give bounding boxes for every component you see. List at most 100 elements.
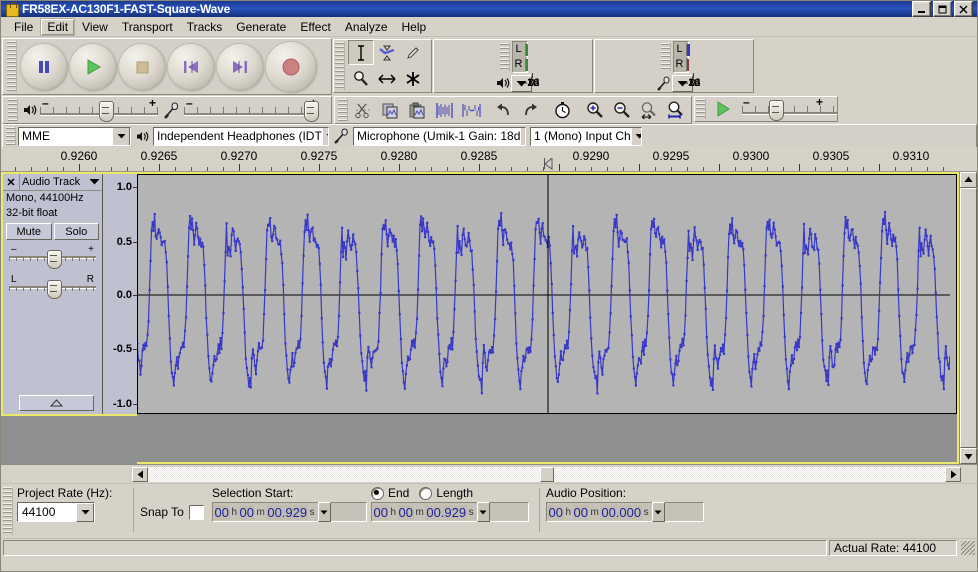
scroll-right-button[interactable]: [945, 466, 961, 482]
waveform-canvas[interactable]: [137, 174, 957, 414]
menu-edit[interactable]: Edit: [40, 17, 76, 36]
playback-meter-toolbar[interactable]: L R -36 -24 -12 0: [594, 39, 754, 93]
length-radio[interactable]: [419, 486, 433, 500]
pause-button[interactable]: [20, 43, 67, 90]
trim-audio-button[interactable]: [431, 98, 458, 123]
pan-thumb[interactable]: [46, 280, 62, 299]
fit-selection-button[interactable]: [635, 98, 662, 123]
paste-button[interactable]: [404, 98, 431, 123]
playback-device-select[interactable]: Independent Headphones (IDT: [153, 126, 329, 146]
sel-start-chevron-down-icon[interactable]: [317, 502, 331, 522]
input-volume-thumb[interactable]: [304, 101, 319, 122]
output-volume-thumb[interactable]: [99, 101, 114, 122]
playback-device-chevron-down-icon[interactable]: [321, 127, 328, 145]
zoom-in-button[interactable]: [581, 98, 608, 123]
silence-audio-button[interactable]: [458, 98, 485, 123]
speed-thumb[interactable]: [768, 100, 784, 121]
zoom-tool[interactable]: [348, 66, 374, 91]
menu-tracks[interactable]: Tracks: [180, 18, 230, 36]
menu-file[interactable]: File: [7, 18, 40, 36]
timeshift-tool[interactable]: [374, 66, 400, 91]
menu-generate[interactable]: Generate: [229, 18, 293, 36]
recording-meter-toolbar[interactable]: L R -36 -24 -12 0: [433, 39, 593, 93]
track-menu-chevron-down-icon[interactable]: [89, 176, 100, 188]
transport-grip[interactable]: [7, 41, 17, 92]
skip-to-end-button[interactable]: [216, 43, 263, 90]
tools-grip[interactable]: [335, 42, 345, 90]
recording-channels-select[interactable]: 1 (Mono) Input Ch: [530, 126, 642, 146]
multi-tool[interactable]: [400, 66, 426, 91]
output-volume-slider[interactable]: – +: [40, 96, 158, 122]
audio-host-select[interactable]: MME: [18, 126, 131, 146]
stop-button[interactable]: [118, 43, 165, 90]
track-pan-slider[interactable]: L R: [9, 274, 96, 299]
menu-analyze[interactable]: Analyze: [338, 18, 395, 36]
record-button[interactable]: [265, 41, 316, 92]
project-rate-select[interactable]: 44100: [17, 502, 95, 522]
selection-start-field[interactable]: 00 h 00 m 00.929 s: [212, 502, 367, 522]
envelope-tool[interactable]: [374, 40, 400, 65]
selection-tool[interactable]: [348, 40, 374, 65]
track-control-panel[interactable]: ✕ Audio Track Mono, 44100Hz 32-bit float…: [3, 174, 103, 414]
input-volume-slider[interactable]: – +: [184, 96, 319, 122]
menu-transport[interactable]: Transport: [115, 18, 180, 36]
recording-device-select[interactable]: Microphone (Umik-1 Gain: 18d: [353, 126, 526, 146]
playback-speed-slider[interactable]: – +: [742, 95, 837, 121]
gain-thumb[interactable]: [46, 250, 62, 269]
draw-pencil-tool[interactable]: [400, 40, 426, 65]
track-collapse-button[interactable]: [19, 395, 94, 411]
copy-button[interactable]: [377, 98, 404, 123]
menu-view[interactable]: View: [75, 18, 115, 36]
minimize-button[interactable]: [912, 1, 931, 17]
vertical-ruler[interactable]: 1.0 0.5 0.0 -0.5 -1.0: [103, 174, 137, 414]
end-radio[interactable]: [371, 486, 384, 500]
track-gain-slider[interactable]: – +: [9, 244, 96, 269]
recording-device-chevron-down-icon[interactable]: [520, 127, 525, 145]
play-meter-grip[interactable]: [660, 43, 671, 71]
audio-position-field[interactable]: 00 h 00 m 00.000 s: [546, 502, 704, 522]
device-grip[interactable]: [6, 127, 16, 145]
horizontal-scrollbar[interactable]: [1, 464, 977, 483]
zoom-out-button[interactable]: [608, 98, 635, 123]
audio-host-value: MME: [22, 129, 50, 143]
vertical-scroll-thumb[interactable]: [960, 187, 977, 449]
recording-channels-chevron-down-icon[interactable]: [630, 127, 641, 145]
track-name-dropdown[interactable]: Audio Track: [20, 176, 102, 188]
resize-grip-icon[interactable]: [961, 541, 975, 555]
undo-button[interactable]: [490, 98, 517, 123]
pos-chevron-down-icon[interactable]: [651, 502, 665, 522]
play-button[interactable]: [69, 43, 116, 90]
maximize-button[interactable]: [933, 1, 952, 17]
skip-to-start-button[interactable]: [167, 43, 214, 90]
menu-effect[interactable]: Effect: [293, 18, 337, 36]
project-rate-chevron-down-icon[interactable]: [76, 502, 94, 522]
horizontal-scroll-thumb[interactable]: [539, 466, 554, 482]
waveform-panel[interactable]: [137, 172, 959, 464]
fit-project-button[interactable]: [662, 98, 689, 123]
vertical-scrollbar[interactable]: [959, 172, 977, 465]
track-solo-button[interactable]: Solo: [53, 223, 99, 240]
scroll-up-button[interactable]: [960, 172, 977, 188]
track-close-button[interactable]: ✕: [3, 174, 20, 190]
scroll-down-button[interactable]: [960, 448, 977, 465]
record-meter-grip[interactable]: [499, 43, 510, 71]
toolbar-dock-row-2: – + – +: [1, 95, 977, 124]
cut-button[interactable]: [350, 98, 377, 123]
play-at-speed-button[interactable]: [708, 97, 738, 122]
menu-help[interactable]: Help: [395, 18, 434, 36]
timeline-ruler[interactable]: 0.9260 0.9265 0.9270 0.9275 0.9280 0.928…: [1, 147, 977, 172]
selection-grip[interactable]: [3, 487, 13, 535]
audio-host-chevron-down-icon[interactable]: [112, 127, 130, 145]
mixer-grip[interactable]: [8, 99, 18, 121]
sel-end-chevron-down-icon[interactable]: [476, 502, 490, 522]
redo-button[interactable]: [517, 98, 544, 123]
selection-end-field[interactable]: 00 h 00 m 00.929 s: [371, 502, 529, 522]
speed-grip[interactable]: [696, 99, 706, 119]
close-button[interactable]: [954, 1, 973, 17]
sync-lock-stopwatch-button[interactable]: [549, 98, 576, 123]
edit-grip[interactable]: [338, 99, 348, 121]
snap-to-checkbox[interactable]: [188, 504, 204, 520]
track-mute-button[interactable]: Mute: [6, 223, 52, 240]
scroll-left-button[interactable]: [132, 466, 148, 482]
playhead-marker-icon[interactable]: [544, 156, 553, 170]
